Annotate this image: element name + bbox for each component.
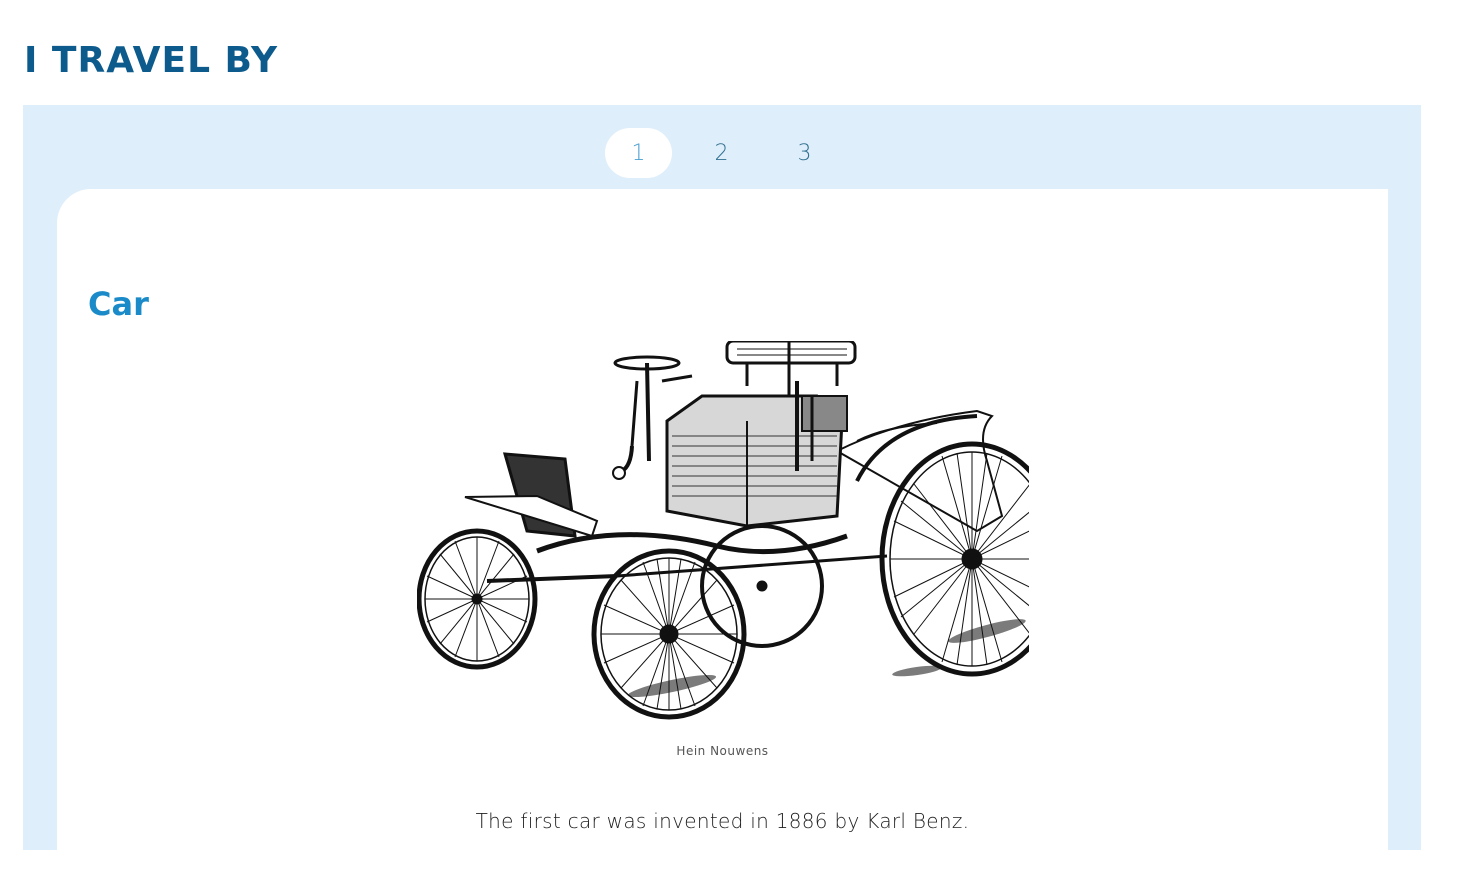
antique-car-illustration bbox=[417, 341, 1029, 720]
pagination: 1 2 3 bbox=[605, 128, 838, 178]
image-credit: Hein Nouwens bbox=[676, 744, 769, 758]
slide-description: The first car was invented in 1886 by Ka… bbox=[475, 809, 970, 833]
page-title: I TRAVEL BY bbox=[24, 40, 279, 81]
carousel-panel: 1 2 3 Car Hein Nouwens The first car was… bbox=[23, 105, 1421, 889]
page-button-3[interactable]: 3 bbox=[771, 128, 838, 178]
slide-heading: Car bbox=[88, 285, 149, 323]
page-button-1[interactable]: 1 bbox=[605, 128, 672, 178]
slide-card: Car Hein Nouwens The first car was inven… bbox=[57, 189, 1388, 889]
page-button-2[interactable]: 2 bbox=[688, 128, 755, 178]
